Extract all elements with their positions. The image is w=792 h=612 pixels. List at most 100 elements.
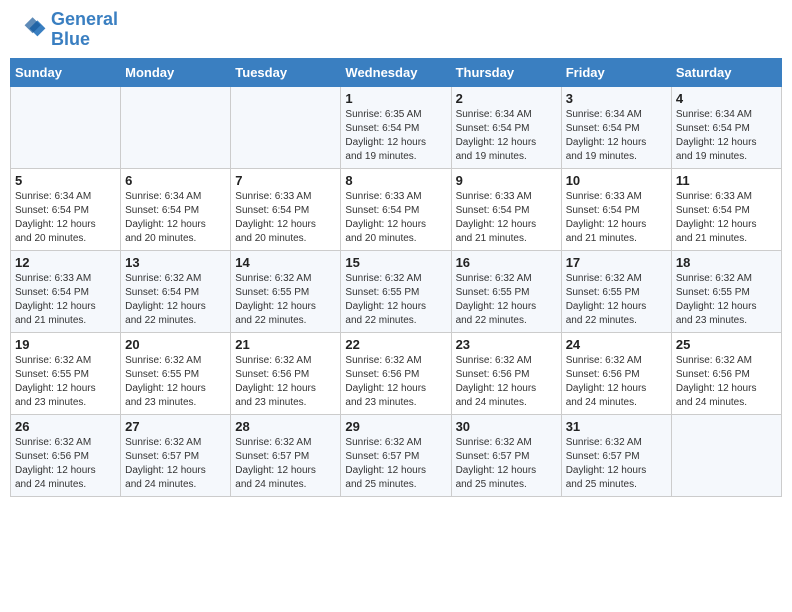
day-number: 12 [15, 255, 116, 270]
day-info: Sunrise: 6:32 AMSunset: 6:57 PMDaylight:… [566, 436, 667, 492]
day-info: Sunrise: 6:34 AMSunset: 6:54 PMDaylight:… [566, 108, 667, 164]
day-info: Sunrise: 6:32 AMSunset: 6:56 PMDaylight:… [345, 354, 446, 410]
calendar-cell: 21Sunrise: 6:32 AMSunset: 6:56 PMDayligh… [231, 332, 341, 414]
calendar-cell: 31 Sunrise: 6:32 AMSunset: 6:57 PMDayligh… [561, 414, 671, 496]
day-number: 21 [235, 337, 336, 352]
day-info: Sunrise: 6:32 AMSunset: 6:57 PMDaylight:… [235, 436, 336, 492]
day-number: 11 [676, 173, 777, 188]
calendar-cell: 20 Sunrise: 6:32 AMSunset: 6:55 PMDayligh… [121, 332, 231, 414]
calendar-cell: 28 Sunrise: 6:32 AMSunset: 6:57 PMDayligh… [231, 414, 341, 496]
day-info: Sunrise: 6:34 AMSunset: 6:54 PMDaylight:… [456, 108, 557, 164]
day-info: Sunrise: 6:33 AMSunset: 6:54 PMDaylight:… [235, 190, 336, 246]
day-info: Sunrise: 6:33 AMSunset: 6:54 PMDaylight:… [566, 190, 667, 246]
calendar-week-1: 1Sunrise: 6:35 AMSunset: 6:54 PMDaylight… [11, 86, 782, 168]
weekday-header-friday: Friday [561, 58, 671, 86]
calendar-week-5: 26 Sunrise: 6:32 AMSunset: 6:56 PMDayligh… [11, 414, 782, 496]
calendar-cell: 25 Sunrise: 6:32 AMSunset: 6:56 PMDayligh… [671, 332, 781, 414]
day-info: Sunrise: 6:33 AMSunset: 6:54 PMDaylight:… [345, 190, 446, 246]
day-info: Sunrise: 6:33 AMSunset: 6:54 PMDaylight:… [456, 190, 557, 246]
day-number: 14 [235, 255, 336, 270]
day-info: Sunrise: 6:32 AMSunset: 6:55 PMDaylight:… [345, 272, 446, 328]
weekday-header-monday: Monday [121, 58, 231, 86]
day-info: Sunrise: 6:33 AMSunset: 6:54 PMDaylight:… [15, 272, 116, 328]
day-number: 2 [456, 91, 557, 106]
calendar-cell: 22 Sunrise: 6:32 AMSunset: 6:56 PMDayligh… [341, 332, 451, 414]
day-number: 16 [456, 255, 557, 270]
day-info: Sunrise: 6:32 AMSunset: 6:54 PMDaylight:… [125, 272, 226, 328]
calendar-cell: 4Sunrise: 6:34 AMSunset: 6:54 PMDaylight… [671, 86, 781, 168]
day-number: 8 [345, 173, 446, 188]
day-number: 19 [15, 337, 116, 352]
day-info: Sunrise: 6:32 AMSunset: 6:55 PMDaylight:… [566, 272, 667, 328]
day-number: 29 [345, 419, 446, 434]
weekday-header-saturday: Saturday [671, 58, 781, 86]
calendar-table: SundayMondayTuesdayWednesdayThursdayFrid… [10, 58, 782, 497]
day-info: Sunrise: 6:32 AMSunset: 6:55 PMDaylight:… [235, 272, 336, 328]
calendar-cell: 30Sunrise: 6:32 AMSunset: 6:57 PMDayligh… [451, 414, 561, 496]
day-number: 27 [125, 419, 226, 434]
calendar-cell [11, 86, 121, 168]
day-number: 26 [15, 419, 116, 434]
calendar-cell: 6 Sunrise: 6:34 AMSunset: 6:54 PMDaylight… [121, 168, 231, 250]
calendar-cell: 13 Sunrise: 6:32 AMSunset: 6:54 PMDayligh… [121, 250, 231, 332]
calendar-cell: 1Sunrise: 6:35 AMSunset: 6:54 PMDaylight… [341, 86, 451, 168]
day-number: 23 [456, 337, 557, 352]
calendar-cell: 27 Sunrise: 6:32 AMSunset: 6:57 PMDayligh… [121, 414, 231, 496]
day-number: 3 [566, 91, 667, 106]
day-info: Sunrise: 6:32 AMSunset: 6:56 PMDaylight:… [456, 354, 557, 410]
weekday-header-thursday: Thursday [451, 58, 561, 86]
day-number: 30 [456, 419, 557, 434]
day-info: Sunrise: 6:34 AMSunset: 6:54 PMDaylight:… [125, 190, 226, 246]
day-number: 20 [125, 337, 226, 352]
day-number: 5 [15, 173, 116, 188]
logo-text: General Blue [51, 10, 118, 50]
calendar-cell: 17 Sunrise: 6:32 AMSunset: 6:55 PMDayligh… [561, 250, 671, 332]
day-number: 4 [676, 91, 777, 106]
calendar-cell: 15Sunrise: 6:32 AMSunset: 6:55 PMDayligh… [341, 250, 451, 332]
page-header: General Blue [10, 10, 782, 50]
day-info: Sunrise: 6:33 AMSunset: 6:54 PMDaylight:… [676, 190, 777, 246]
weekday-header-tuesday: Tuesday [231, 58, 341, 86]
day-number: 22 [345, 337, 446, 352]
calendar-cell: 24Sunrise: 6:32 AMSunset: 6:56 PMDayligh… [561, 332, 671, 414]
logo: General Blue [15, 10, 118, 50]
day-number: 1 [345, 91, 446, 106]
calendar-cell: 7 Sunrise: 6:33 AMSunset: 6:54 PMDaylight… [231, 168, 341, 250]
day-number: 7 [235, 173, 336, 188]
calendar-cell: 29 Sunrise: 6:32 AMSunset: 6:57 PMDayligh… [341, 414, 451, 496]
day-info: Sunrise: 6:32 AMSunset: 6:55 PMDaylight:… [676, 272, 777, 328]
calendar-cell: 3 Sunrise: 6:34 AMSunset: 6:54 PMDaylight… [561, 86, 671, 168]
calendar-cell: 5 Sunrise: 6:34 AMSunset: 6:54 PMDaylight… [11, 168, 121, 250]
day-number: 17 [566, 255, 667, 270]
day-info: Sunrise: 6:32 AMSunset: 6:57 PMDaylight:… [125, 436, 226, 492]
day-number: 6 [125, 173, 226, 188]
weekday-header-sunday: Sunday [11, 58, 121, 86]
weekday-header-wednesday: Wednesday [341, 58, 451, 86]
day-number: 18 [676, 255, 777, 270]
calendar-header-row: SundayMondayTuesdayWednesdayThursdayFrid… [11, 58, 782, 86]
day-info: Sunrise: 6:32 AMSunset: 6:55 PMDaylight:… [15, 354, 116, 410]
calendar-cell [231, 86, 341, 168]
calendar-cell: 19 Sunrise: 6:32 AMSunset: 6:55 PMDayligh… [11, 332, 121, 414]
calendar-cell [121, 86, 231, 168]
day-info: Sunrise: 6:32 AMSunset: 6:57 PMDaylight:… [345, 436, 446, 492]
day-info: Sunrise: 6:32 AMSunset: 6:56 PMDaylight:… [676, 354, 777, 410]
calendar-week-4: 19 Sunrise: 6:32 AMSunset: 6:55 PMDayligh… [11, 332, 782, 414]
day-number: 25 [676, 337, 777, 352]
calendar-cell: 26 Sunrise: 6:32 AMSunset: 6:56 PMDayligh… [11, 414, 121, 496]
day-info: Sunrise: 6:34 AMSunset: 6:54 PMDaylight:… [15, 190, 116, 246]
day-number: 10 [566, 173, 667, 188]
calendar-cell [671, 414, 781, 496]
day-number: 28 [235, 419, 336, 434]
calendar-cell: 12 Sunrise: 6:33 AMSunset: 6:54 PMDayligh… [11, 250, 121, 332]
day-number: 31 [566, 419, 667, 434]
calendar-week-3: 12 Sunrise: 6:33 AMSunset: 6:54 PMDayligh… [11, 250, 782, 332]
calendar-cell: 2 Sunrise: 6:34 AMSunset: 6:54 PMDaylight… [451, 86, 561, 168]
day-number: 24 [566, 337, 667, 352]
day-info: Sunrise: 6:32 AMSunset: 6:55 PMDaylight:… [125, 354, 226, 410]
day-number: 13 [125, 255, 226, 270]
calendar-cell: 11 Sunrise: 6:33 AMSunset: 6:54 PMDayligh… [671, 168, 781, 250]
day-info: Sunrise: 6:32 AMSunset: 6:56 PMDaylight:… [15, 436, 116, 492]
logo-icon [15, 14, 47, 46]
calendar-cell: 9Sunrise: 6:33 AMSunset: 6:54 PMDaylight… [451, 168, 561, 250]
